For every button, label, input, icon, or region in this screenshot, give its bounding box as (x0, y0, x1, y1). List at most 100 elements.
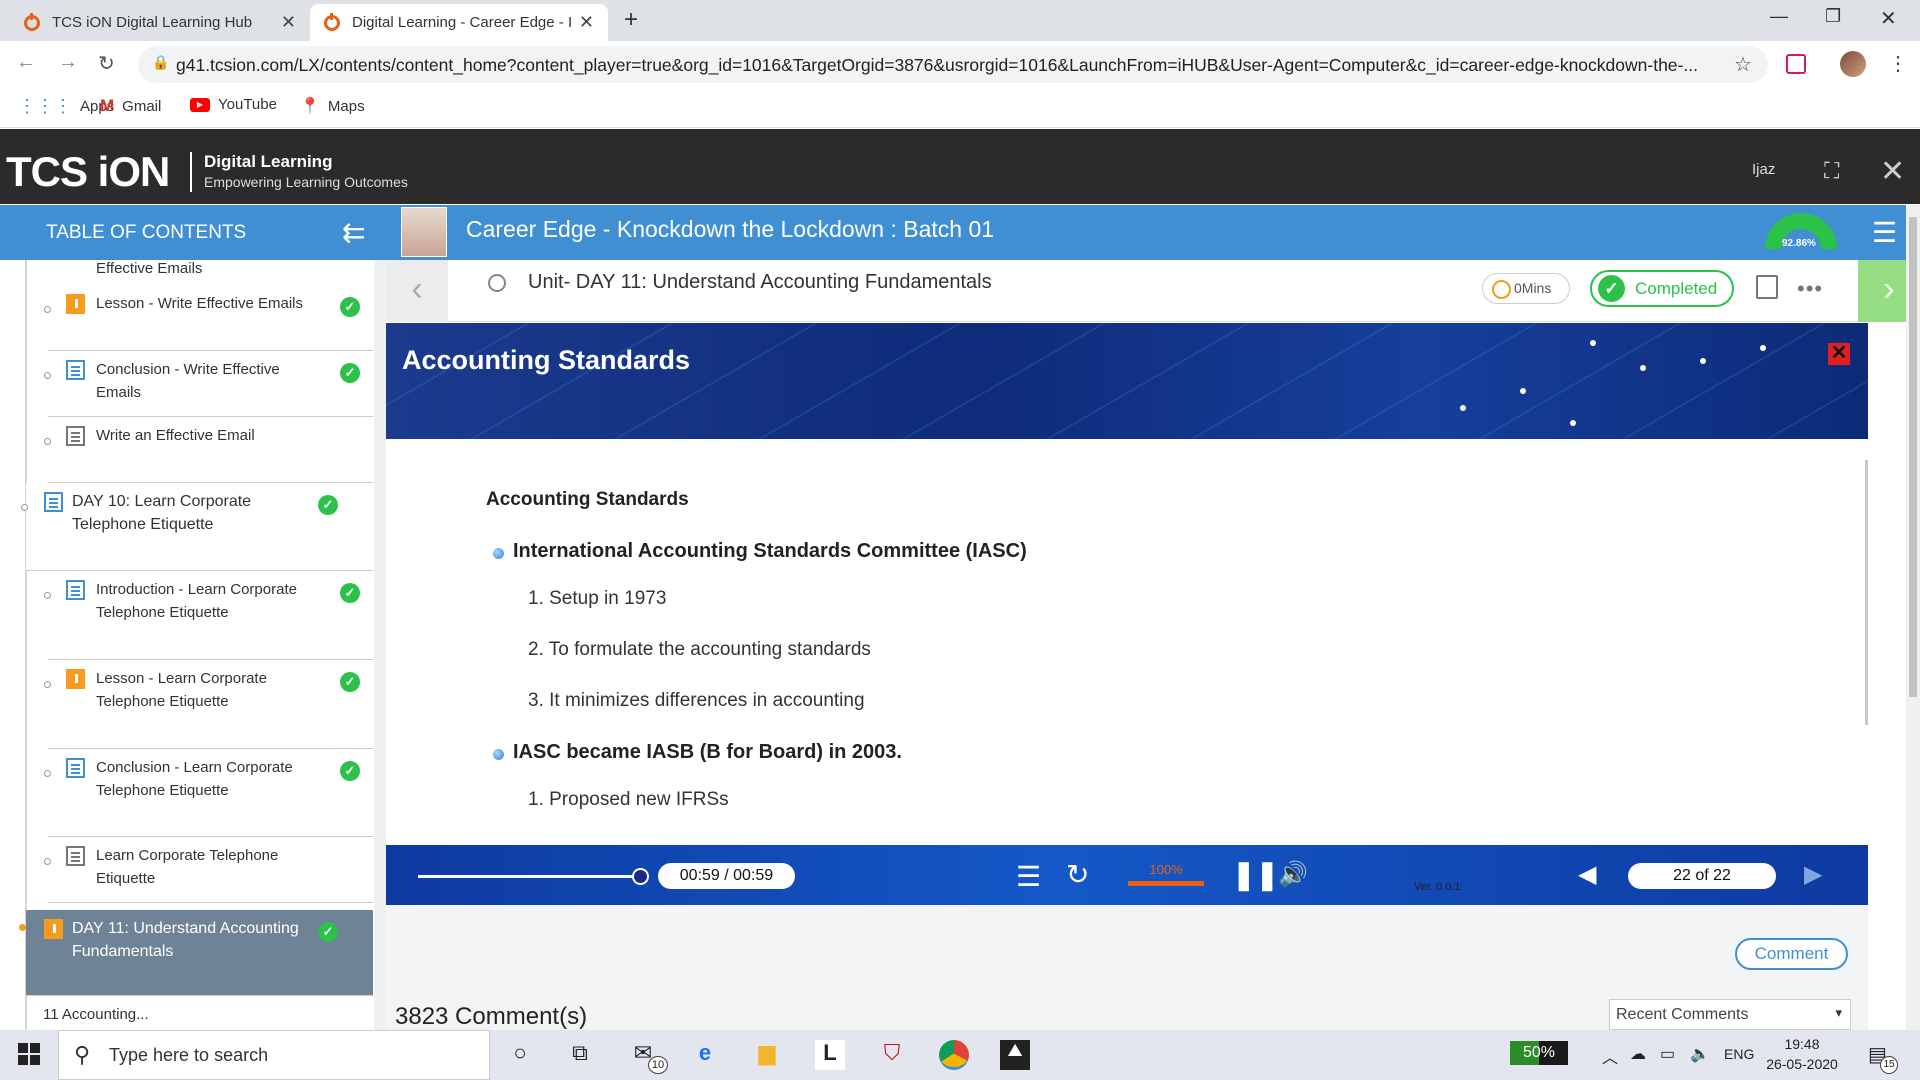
bookmark-star-icon[interactable]: ☆ (1734, 52, 1752, 77)
toc-item[interactable]: Learn Corporate Telephone Etiquette (48, 837, 373, 903)
tree-node-dot (21, 504, 28, 511)
toc-item[interactable]: Lesson - Write Effective Emails ✓ (48, 285, 373, 351)
comment-sort-value: Recent Comments (1616, 1006, 1749, 1023)
toc-item[interactable]: DAY 10: Learn Corporate Telephone Etique… (26, 483, 373, 571)
tree-node-dot (19, 924, 26, 931)
onedrive-icon[interactable]: ☁ (1630, 1044, 1646, 1064)
task-view-icon[interactable]: ⧉ (565, 1040, 595, 1070)
bookmark-youtube[interactable]: ▶ YouTube (190, 96, 277, 113)
check-icon: ✓ (340, 363, 360, 383)
url-input[interactable]: 🔒 g41.tcsion.com/LX/contents/content_hom… (138, 46, 1768, 83)
speaker-icon[interactable]: 🔊 (1278, 860, 1308, 889)
tcs-ion-logo: TCS iON (6, 148, 170, 195)
user-name[interactable]: Ijaz (1752, 161, 1775, 178)
tab-tcs-ion-hub[interactable]: TCS iON Digital Learning Hub ✕ (10, 4, 310, 41)
page-scrollbar[interactable] (1906, 205, 1920, 1030)
volume-level[interactable]: 100% (1128, 862, 1204, 886)
forward-icon[interactable]: → (58, 51, 78, 74)
replay-icon[interactable]: ↻ (1066, 858, 1089, 891)
comment-sort-select[interactable]: Recent Comments (1609, 999, 1851, 1030)
prev-unit-button[interactable]: ‹ (386, 260, 448, 322)
document-icon (66, 580, 85, 600)
l-app-icon[interactable]: L (815, 1040, 845, 1070)
tree-node-dot (44, 372, 51, 379)
circuit-dot (1570, 420, 1576, 426)
edge-icon[interactable]: e (690, 1040, 720, 1070)
taskbar-clock[interactable]: 19:48 26-05-2020 (1764, 1034, 1840, 1074)
logo-title: Digital Learning (204, 152, 333, 171)
close-slide-icon[interactable]: ✕ (1828, 343, 1850, 365)
bookmark-maps[interactable]: 📍 Maps (300, 96, 365, 116)
tab-digital-learning[interactable]: Digital Learning - Career Edge - I ✕ (310, 4, 608, 41)
check-icon: ✓ (318, 495, 338, 515)
player-version: Ver. 0.0.1 (1414, 881, 1461, 893)
slide-heading: Accounting Standards (486, 489, 689, 510)
tab-close-icon[interactable]: ✕ (579, 12, 594, 33)
toc-item[interactable]: Conclusion - Write Effective Emails ✓ (48, 351, 373, 417)
volume-icon[interactable]: 🔈 (1690, 1044, 1710, 1064)
window-close-icon[interactable]: ✕ (1880, 6, 1897, 31)
next-slide-icon[interactable]: ▶ (1804, 860, 1822, 889)
check-icon: ✓ (318, 922, 338, 942)
time-spent-badge: 0Mins (1482, 273, 1570, 304)
toc-item-next[interactable]: 11 Accounting... (43, 1006, 149, 1023)
maps-pin-icon: 📍 (300, 98, 320, 115)
file-explorer-icon[interactable]: ▆ (752, 1040, 782, 1070)
new-tab-icon[interactable]: + (624, 6, 638, 34)
tree-node-dot (44, 858, 51, 865)
seek-bar[interactable] (418, 875, 640, 878)
collapse-toc-icon[interactable]: ⇇ (342, 216, 365, 249)
seek-handle[interactable] (632, 868, 649, 885)
playlist-icon[interactable]: ☰ (1016, 860, 1041, 893)
document-icon (66, 758, 85, 778)
hamburger-menu-icon[interactable]: ☰ (1872, 216, 1897, 249)
mcafee-icon[interactable]: ⛉ (877, 1040, 907, 1070)
photos-icon[interactable]: ⛰ (1000, 1040, 1030, 1070)
extension-icon[interactable] (1786, 54, 1806, 74)
clock-time: 19:48 (1784, 1036, 1820, 1052)
show-hidden-icons-icon[interactable]: ︿ (1602, 1044, 1618, 1068)
slide-bullet: IASC became IASB (B for Board) in 2003. (493, 741, 902, 763)
tree-node-dot (44, 306, 51, 313)
cortana-icon[interactable]: ○ (505, 1040, 535, 1070)
battery-text: 50% (1522, 1044, 1556, 1061)
notification-badge: 15 (1880, 1056, 1898, 1074)
toc-scrollbar[interactable] (374, 260, 386, 1030)
profile-avatar[interactable] (1840, 51, 1866, 77)
close-player-icon[interactable]: ✕ (1880, 154, 1905, 189)
language-indicator[interactable]: ENG (1724, 1046, 1754, 1062)
toc-item[interactable]: Lesson - Learn Corporate Telephone Etiqu… (48, 660, 373, 749)
pause-icon[interactable]: ❚❚ (1232, 858, 1279, 891)
lock-icon: 🔒 (152, 54, 170, 70)
circuit-dot (1520, 388, 1526, 394)
maximize-icon[interactable]: ❐ (1825, 6, 1841, 27)
circuit-dot (1590, 340, 1596, 346)
back-icon[interactable]: ← (16, 51, 36, 74)
toc-item[interactable]: Write an Effective Email (48, 417, 373, 483)
browser-menu-icon[interactable]: ⋮ (1888, 51, 1908, 76)
add-note-icon[interactable] (1756, 275, 1778, 299)
slide-scrollbar[interactable] (1865, 460, 1868, 725)
apps-grid-icon: ⋮⋮⋮ (18, 96, 72, 116)
toc-item-selected[interactable]: DAY 11: Understand Accounting Fundamenta… (26, 910, 373, 996)
slide-banner-title: Accounting Standards (402, 345, 691, 375)
tab-close-icon[interactable]: ✕ (281, 12, 296, 33)
reload-icon[interactable]: ↻ (98, 51, 115, 76)
fullscreen-icon[interactable]: ⛶ (1824, 158, 1839, 184)
prev-slide-icon[interactable]: ◀ (1578, 860, 1596, 889)
minimize-icon[interactable]: — (1770, 6, 1788, 27)
toc-item[interactable]: Introduction - Learn Corporate Telephone… (48, 571, 373, 660)
power-icon[interactable]: ▭ (1660, 1044, 1675, 1064)
course-avatar (401, 207, 447, 257)
time-display: 00:59 / 00:59 (658, 863, 795, 889)
bookmark-gmail[interactable]: M Gmail (100, 96, 161, 116)
chrome-icon[interactable] (939, 1040, 969, 1070)
toc-item[interactable]: Conclusion - Learn Corporate Telephone E… (48, 749, 373, 837)
document-icon (66, 360, 85, 380)
windows-start-icon[interactable] (18, 1043, 40, 1065)
more-options-icon[interactable]: ••• (1797, 276, 1823, 302)
battery-indicator[interactable]: 50% (1510, 1041, 1568, 1065)
youtube-icon: ▶ (190, 97, 210, 112)
comment-button[interactable]: Comment (1735, 938, 1848, 970)
toc-sidebar: Effective Emails Lesson - Write Effectiv… (0, 260, 386, 1030)
